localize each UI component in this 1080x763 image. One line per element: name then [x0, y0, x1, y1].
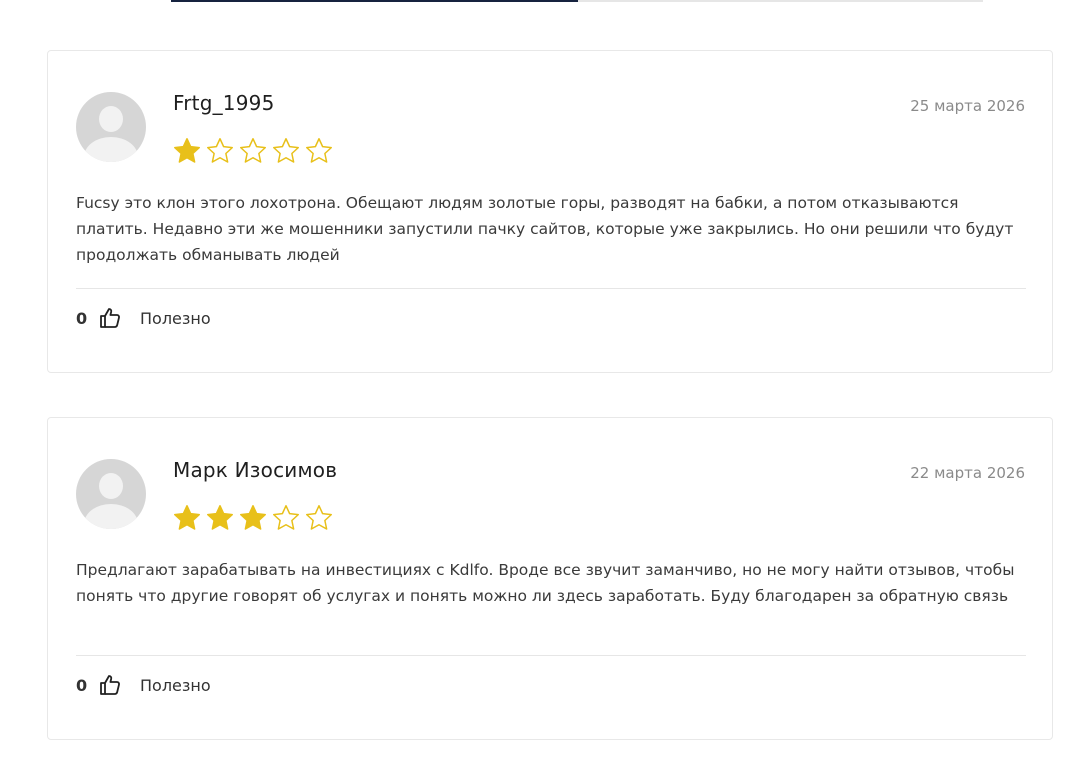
like-bar: 0 Полезно	[76, 305, 211, 331]
review-card: Марк Изосимов 22 марта 2026 Предлагают з…	[47, 417, 1053, 740]
review-date: 22 марта 2026	[910, 464, 1025, 482]
divider	[76, 655, 1026, 656]
star-filled-icon	[174, 138, 200, 163]
star-rating	[172, 503, 337, 533]
star-empty-icon	[306, 505, 332, 530]
star-empty-icon	[273, 505, 299, 530]
tab-indicator-active	[171, 0, 578, 2]
star-empty-icon	[240, 138, 266, 163]
like-count: 0	[76, 675, 88, 695]
like-bar: 0 Полезно	[76, 672, 211, 698]
thumbs-up-icon[interactable]	[98, 673, 122, 697]
star-empty-icon	[306, 138, 332, 163]
like-count: 0	[76, 308, 88, 328]
helpful-button[interactable]: Полезно	[140, 309, 211, 328]
star-empty-icon	[207, 138, 233, 163]
star-filled-icon	[207, 505, 233, 530]
review-author: Марк Изосимов	[173, 458, 338, 482]
review-date: 25 марта 2026	[910, 97, 1025, 115]
avatar	[76, 92, 146, 162]
helpful-button[interactable]: Полезно	[140, 676, 211, 695]
review-author: Frtg_1995	[173, 91, 275, 115]
star-filled-icon	[174, 505, 200, 530]
review-card: Frtg_1995 25 марта 2026 Fucsy это клон э…	[47, 50, 1053, 373]
star-rating	[172, 136, 337, 166]
tab-indicator-bar	[171, 0, 983, 2]
divider	[76, 288, 1026, 289]
avatar	[76, 459, 146, 529]
thumbs-up-icon[interactable]	[98, 306, 122, 330]
star-empty-icon	[273, 138, 299, 163]
star-filled-icon	[240, 505, 266, 530]
review-text: Предлагают зарабатывать на инвестициях с…	[76, 561, 1015, 605]
review-text: Fucsy это клон этого лохотрона. Обещают …	[76, 194, 1014, 264]
